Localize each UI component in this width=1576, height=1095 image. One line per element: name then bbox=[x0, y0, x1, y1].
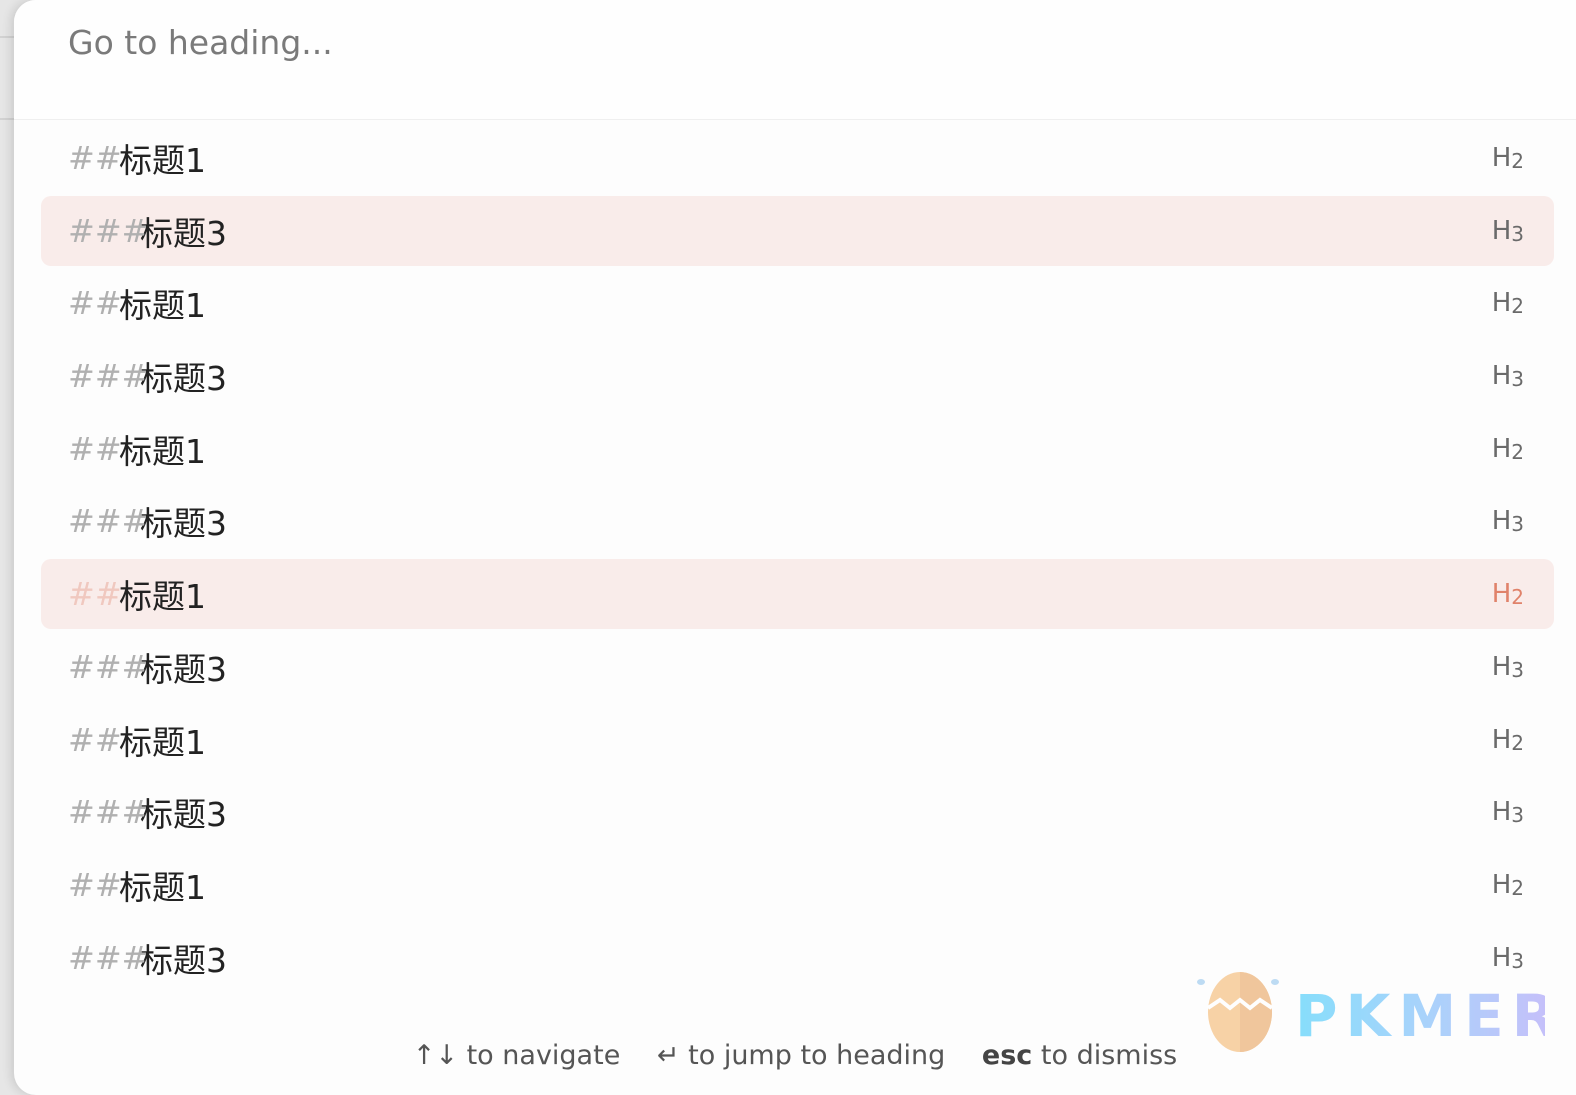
heading-text: 标题3 bbox=[140, 940, 227, 980]
search-bar bbox=[14, 0, 1576, 120]
arrow-keys-icon: ↑↓ bbox=[412, 1040, 458, 1071]
heading-level-badge: H3 bbox=[1492, 506, 1524, 536]
heading-level-badge: H2 bbox=[1492, 434, 1524, 464]
level-prefix: H bbox=[1491, 869, 1512, 900]
level-number: 3 bbox=[1511, 221, 1524, 246]
level-number: 3 bbox=[1511, 367, 1524, 392]
heading-text: 标题3 bbox=[140, 649, 227, 689]
heading-text: 标题1 bbox=[119, 722, 206, 762]
heading-text: 标题3 bbox=[140, 213, 227, 253]
heading-marker: ### bbox=[68, 211, 149, 250]
heading-marker: ### bbox=[68, 357, 149, 396]
heading-item[interactable]: ### 标题3 H3 bbox=[41, 632, 1554, 702]
background-divider bbox=[0, 36, 14, 38]
heading-text: 标题3 bbox=[140, 359, 227, 399]
level-number: 3 bbox=[1511, 512, 1524, 537]
level-number: 2 bbox=[1511, 730, 1524, 755]
level-number: 3 bbox=[1511, 803, 1524, 828]
heading-level-badge: H3 bbox=[1492, 361, 1524, 391]
heading-marker: ## bbox=[68, 139, 122, 177]
heading-level-badge: H3 bbox=[1492, 216, 1524, 246]
pkmer-watermark-logo: PKMER bbox=[1197, 972, 1545, 1052]
level-prefix: H bbox=[1491, 288, 1512, 319]
heading-item[interactable]: ## 标题1 H2 bbox=[41, 850, 1554, 920]
level-prefix: H bbox=[1491, 215, 1512, 246]
instruction-jump: ↵ to jump to heading bbox=[657, 1040, 945, 1071]
heading-item[interactable]: ## 标题1 H2 bbox=[41, 123, 1554, 193]
level-prefix: H bbox=[1491, 433, 1512, 464]
heading-item[interactable]: ### 标题3 H3 bbox=[41, 486, 1554, 556]
instruction-text: to jump to heading bbox=[688, 1040, 946, 1071]
go-to-heading-modal: ##标题1H2###标题3H3##标题1H2###标题3H3##标题1H2###… bbox=[14, 0, 1576, 1095]
instruction-navigate: ↑↓ to navigate bbox=[413, 1040, 621, 1071]
heading-text: 标题1 bbox=[119, 577, 206, 617]
level-prefix: H bbox=[1491, 724, 1512, 755]
heading-level-badge: H2 bbox=[1492, 870, 1524, 900]
level-prefix: H bbox=[1491, 651, 1512, 682]
level-number: 2 bbox=[1511, 875, 1524, 900]
level-prefix: H bbox=[1491, 143, 1512, 173]
heading-marker: ## bbox=[68, 865, 122, 904]
heading-text: 标题1 bbox=[119, 431, 206, 471]
heading-level-badge: H2 bbox=[1492, 288, 1524, 318]
instruction-dismiss: esc to dismiss bbox=[982, 1040, 1177, 1071]
heading-item[interactable]: ### 标题3 H3 bbox=[41, 195, 1554, 266]
enter-key-icon: ↵ bbox=[656, 1040, 680, 1071]
heading-level-badge: H3 bbox=[1492, 652, 1524, 682]
heading-item[interactable]: ## 标题1 H2 bbox=[41, 705, 1554, 775]
heading-marker: ### bbox=[68, 938, 149, 977]
heading-text: 标题1 bbox=[119, 286, 206, 326]
heading-item[interactable]: ### 标题3 H3 bbox=[41, 777, 1554, 847]
level-number: 2 bbox=[1511, 439, 1524, 464]
heading-level-badge: H3 bbox=[1492, 797, 1524, 827]
level-prefix: H bbox=[1491, 579, 1512, 610]
level-number: 2 bbox=[1511, 149, 1524, 173]
level-prefix: H bbox=[1491, 361, 1512, 392]
heading-text: 标题3 bbox=[140, 504, 227, 544]
heading-item[interactable]: ## 标题1 H2 bbox=[41, 559, 1554, 630]
heading-level-badge: H2 bbox=[1492, 725, 1524, 755]
level-number: 3 bbox=[1511, 657, 1524, 682]
heading-marker: ### bbox=[68, 647, 149, 686]
heading-item[interactable]: ## 标题1 H2 bbox=[41, 414, 1554, 484]
level-prefix: H bbox=[1491, 506, 1512, 537]
background-divider bbox=[0, 118, 14, 120]
heading-text: 标题3 bbox=[140, 795, 227, 835]
svg-text:PKMER: PKMER bbox=[1295, 982, 1545, 1050]
level-number: 2 bbox=[1511, 294, 1524, 319]
heading-text: 标题1 bbox=[119, 867, 206, 907]
level-number: 2 bbox=[1511, 585, 1524, 610]
heading-item[interactable]: ## 标题1 H2 bbox=[41, 268, 1554, 338]
heading-list: ## 标题1 H2 ### 标题3 H3 ## 标题1 H2 ### 标题3 H3 ## 标题1 H2 ###… bbox=[41, 123, 1554, 995]
heading-marker: ## bbox=[68, 429, 122, 468]
heading-marker: ## bbox=[68, 284, 122, 323]
heading-marker: ## bbox=[68, 575, 122, 614]
instruction-text: to navigate bbox=[466, 1040, 621, 1071]
heading-level-badge: H2 bbox=[1492, 143, 1524, 173]
instruction-text: to dismiss bbox=[1040, 1040, 1178, 1071]
heading-marker: ### bbox=[68, 793, 149, 832]
heading-marker: ## bbox=[68, 720, 122, 759]
heading-text: 标题1 bbox=[119, 141, 206, 180]
heading-search-input[interactable] bbox=[66, 16, 1470, 68]
heading-marker: ### bbox=[68, 502, 149, 541]
heading-level-badge: H2 bbox=[1492, 579, 1524, 609]
esc-key: esc bbox=[981, 1040, 1033, 1071]
heading-item[interactable]: ### 标题3 H3 bbox=[41, 341, 1554, 411]
level-prefix: H bbox=[1491, 797, 1512, 828]
